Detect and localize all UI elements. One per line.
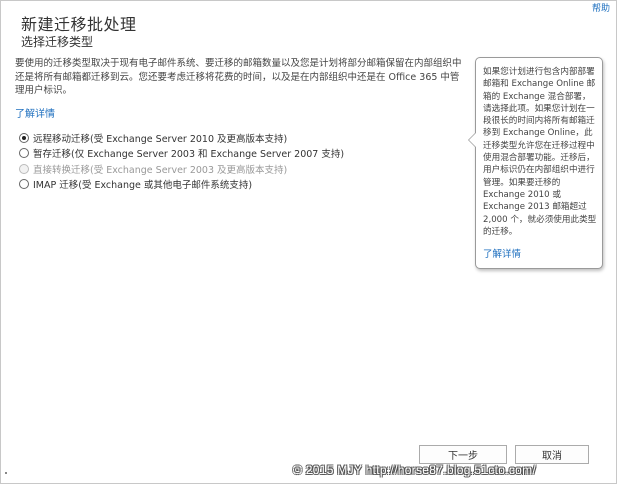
intro-text: 要使用的迁移类型取决于现有电子邮件系统、要迁移的邮箱数量以及您是计划将部分邮箱保… [15,58,462,96]
cancel-button[interactable]: 取消 [515,445,589,464]
radio-staged[interactable] [19,148,29,159]
next-button[interactable]: 下一步 [419,445,507,464]
option-staged[interactable]: 暂存迁移(仅 Exchange Server 2003 和 Exchange S… [19,146,344,162]
option-label: 直接转换迁移(受 Exchange Server 2003 及更高版本支持) [33,164,288,176]
radio-imap[interactable] [19,179,29,190]
option-remote-move[interactable]: 远程移动迁移(受 Exchange Server 2010 及更高版本支持) [19,130,344,146]
dialog-frame: 帮助 新建迁移批处理 选择迁移类型 要使用的迁移类型取决于现有电子邮件系统、要迁… [0,0,617,484]
option-label: IMAP 迁移(受 Exchange 或其他电子邮件系统支持) [33,180,253,192]
option-label: 暂存迁移(仅 Exchange Server 2003 和 Exchange S… [33,149,345,161]
option-imap[interactable]: IMAP 迁移(受 Exchange 或其他电子邮件系统支持) [19,177,344,193]
learn-more-link[interactable]: 了解详情 [15,105,55,120]
corner-mark [5,472,7,474]
info-callout: 如果您计划进行包含内部部署邮箱和 Exchange Online 邮箱的 Exc… [468,57,603,269]
callout-learn-more-link[interactable]: 了解详情 [483,246,521,260]
option-label: 远程移动迁移(受 Exchange Server 2010 及更高版本支持) [33,133,288,145]
migration-type-options: 远程移动迁移(受 Exchange Server 2010 及更高版本支持) 暂… [19,130,344,192]
radio-cutover [19,163,29,174]
copyright-watermark: © 2015 MJY http://horse87.blog.51cto.com… [293,463,537,477]
radio-remote-move[interactable] [19,132,29,143]
option-cutover: 直接转换迁移(受 Exchange Server 2003 及更高版本支持) [19,161,344,177]
help-link[interactable]: 帮助 [592,1,610,14]
callout-text: 如果您计划进行包含内部部署邮箱和 Exchange Online 邮箱的 Exc… [483,67,597,237]
callout-pointer [468,132,476,148]
dialog-title: 新建迁移批处理 [21,15,137,34]
step-subtitle: 选择迁移类型 [21,35,94,49]
